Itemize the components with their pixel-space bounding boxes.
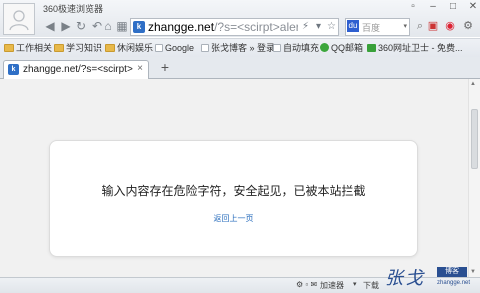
scroll-thumb[interactable] [471, 109, 478, 169]
site-favicon-icon: k [133, 21, 145, 33]
search-box[interactable]: du 百度 ▾ [345, 18, 410, 36]
app-title: 360极速浏览器 [43, 4, 104, 14]
tab-bar: k zhangge.net/?s=<scirpt>ale × + [0, 57, 480, 79]
bookmark-item[interactable]: QQ邮箱 [320, 41, 363, 55]
tab-title: zhangge.net/?s=<scirpt>ale [23, 64, 133, 75]
window-controls: ▫ – □ ✕ [408, 1, 478, 12]
watermark-signature: 张戈 [385, 268, 425, 289]
tab-active[interactable]: k zhangge.net/?s=<scirpt>ale × [3, 60, 149, 79]
bookmark-item[interactable]: 自动填充 [273, 41, 319, 55]
bookmark-item[interactable]: 360网址卫士 - 免费... [367, 41, 463, 55]
tab-close-icon[interactable]: × [137, 63, 143, 74]
search-icon[interactable]: ⌕ [413, 19, 427, 33]
new-tab-button[interactable]: + [155, 60, 175, 75]
page-icon [273, 44, 281, 52]
star-icon[interactable]: ☆ [327, 21, 336, 32]
page-content: 输入内容存在危险字符，安全起见，已被本站拦截 返回上一页 [0, 79, 468, 277]
url-path: /?s=<scirpt>alert [214, 20, 298, 34]
bookmark-item[interactable]: 学习知识 [54, 41, 102, 55]
bookmarks-bar: 工作相关 学习知识 休闲娱乐 Google 张戈博客 » 登录 自动填充 QQ邮… [0, 38, 480, 58]
status-tools-icon[interactable]: ⚙ ▫ ✉ [296, 280, 317, 289]
folder-icon [4, 44, 14, 52]
bookmark-item[interactable]: 休闲娱乐 [105, 41, 153, 55]
shield-icon [367, 44, 376, 52]
maximize-icon[interactable]: □ [448, 1, 458, 12]
weibo-icon[interactable]: ◉ [443, 19, 457, 33]
baidu-engine-icon[interactable]: du [347, 20, 359, 32]
folder-icon [54, 44, 64, 52]
folder-icon [105, 44, 115, 52]
dropdown-arrow-icon[interactable]: ▾ [353, 280, 357, 288]
forward-icon[interactable]: ▶ [59, 19, 73, 33]
bookmark-item[interactable]: Google [155, 41, 194, 55]
watermark-url: zhangge.net [437, 280, 471, 286]
status-bar: ⚙ ▫ ✉ 加速器 ▾ 下载 张戈 博客 zhangge.net [0, 267, 480, 293]
restore-icon[interactable]: ▫ [408, 1, 418, 12]
url-text[interactable]: zhangge.net/?s=<scirpt>alert [148, 20, 298, 34]
download-label[interactable]: 下载 [363, 280, 379, 291]
navigation-bar: ◀ ▶ ↻ ↶ ⌂ ▦ k zhangge.net/?s=<scirpt>ale… [0, 16, 480, 38]
scroll-up-icon[interactable]: ▲ [470, 81, 476, 87]
bookmark-item[interactable]: 张戈博客 » 登录 [201, 41, 275, 55]
apps-grid-icon[interactable]: ▦ [115, 19, 129, 33]
back-link[interactable]: 返回上一页 [50, 213, 417, 224]
qqmail-icon [320, 43, 329, 52]
close-icon[interactable]: ✕ [468, 1, 478, 12]
accelerator-label[interactable]: 加速器 [320, 280, 344, 291]
page-icon [201, 44, 209, 52]
tab-favicon-icon: k [8, 64, 19, 75]
watermark-seal: 博客 [437, 267, 467, 277]
dropdown-arrow-icon[interactable]: ▾ [316, 21, 321, 32]
block-notice-card: 输入内容存在危险字符，安全起见，已被本站拦截 返回上一页 [49, 140, 418, 257]
block-message: 输入内容存在危险字符，安全起见，已被本站拦截 [101, 184, 366, 198]
minimize-icon[interactable]: – [428, 1, 438, 12]
back-icon[interactable]: ◀ [43, 19, 57, 33]
lightning-icon[interactable]: ⚡ [302, 21, 309, 32]
watermark-logo: 张戈 博客 zhangge.net [385, 264, 477, 292]
home-icon[interactable]: ⌂ [101, 19, 115, 33]
search-dropdown-icon[interactable]: ▾ [403, 22, 407, 30]
vertical-scrollbar[interactable]: ▲ ▼ [468, 79, 480, 277]
search-engine-label: 百度 [362, 23, 381, 33]
refresh-icon[interactable]: ↻ [74, 19, 88, 33]
settings-icon[interactable]: ⚙ [461, 19, 475, 33]
url-domain: zhangge.net [148, 20, 215, 34]
extension-icon[interactable]: ▣ [426, 19, 440, 33]
address-bar[interactable]: k zhangge.net/?s=<scirpt>alert ⚡ ▾ ☆ [130, 18, 339, 36]
page-icon [155, 44, 163, 52]
bookmark-item[interactable]: 工作相关 [4, 41, 52, 55]
